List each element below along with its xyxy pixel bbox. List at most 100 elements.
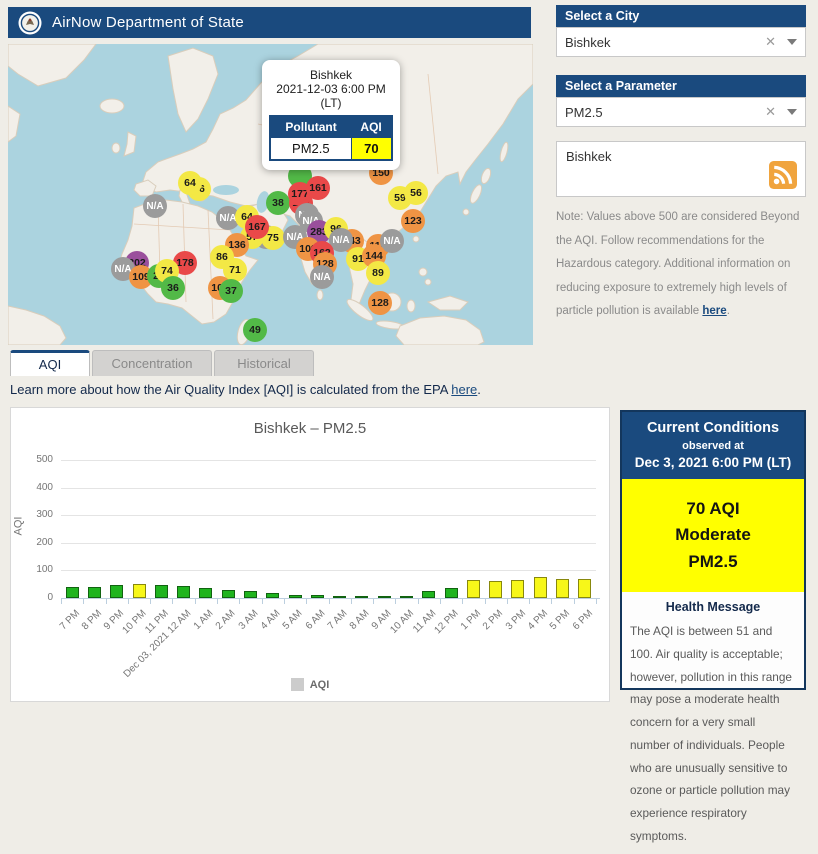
chart-y-tick-label: 500 [36,454,53,465]
chart-x-tick-mark [83,599,85,604]
tab-historical[interactable]: Historical [214,350,314,376]
aqi-map-marker[interactable]: 89 [366,261,390,285]
chart-x-tick-label: 2 AM [214,608,238,632]
chart-x-tick-mark [373,599,375,604]
tab-concentration[interactable]: Concentration [92,350,212,376]
tooltip-table: Pollutant AQI PM2.5 70 [269,115,393,161]
current-aqi-pollutant: PM2.5 [688,551,738,571]
aqi-map-marker[interactable]: 56 [404,181,428,205]
aqi-bar[interactable] [556,578,570,598]
aqi-bar[interactable] [310,595,324,598]
aqi-map-marker[interactable]: 123 [401,209,425,233]
learn-more-prefix: Learn more about how the Air Quality Ind… [10,382,452,397]
aqi-bar[interactable] [511,580,525,598]
parameter-select-value: PM2.5 [565,104,603,120]
aqi-map-marker[interactable]: 161 [306,176,330,200]
aqi-bar[interactable] [444,588,458,598]
health-message-text: The AQI is between 51 and 100. Air quali… [630,624,792,843]
aqi-map-marker[interactable]: 49 [243,318,267,342]
parameter-select-label: Select a Parameter [565,79,677,93]
chart-x-tick-mark [217,599,219,604]
aqi-bar[interactable] [489,580,503,598]
parameter-select-dropdown[interactable]: PM2.5 ✕ [556,97,806,127]
chart-x-tick-label: 10 PM [120,608,149,637]
aqi-bar[interactable] [65,586,79,598]
chart-x-tick-mark [417,599,419,604]
note-here-link[interactable]: here [702,305,726,317]
chart-x-tick-mark [283,599,285,604]
chart-x-tick-mark [306,599,308,604]
chart-x-tick-label: 4 AM [258,608,283,632]
chart-x-tick-label: 8 PM [79,608,105,633]
aqi-map-marker[interactable]: 38 [266,191,290,215]
chart-x-tick-label: 12 PM [432,608,461,637]
chevron-down-icon[interactable] [787,109,797,115]
legend-series-label: AQI [309,678,330,691]
aqi-bar[interactable] [199,587,213,598]
aqi-map-marker[interactable]: N/A [143,194,167,218]
aqi-bar[interactable] [578,578,592,598]
observed-at-label: observed at [682,440,744,452]
aqi-bar[interactable] [132,583,146,598]
aqi-map-marker[interactable]: 167 [245,215,269,239]
aqi-bar[interactable] [177,585,191,598]
tab-aqi[interactable]: AQI [10,350,90,376]
aqi-bar[interactable] [333,596,347,598]
aqi-map-marker[interactable]: N/A [310,265,334,289]
city-select-dropdown[interactable]: Bishkek ✕ [556,27,806,57]
aqi-bar-chart-card: Bishkek – PM2.5 AQI 0 100 200 300 400 500 7 PM… [10,407,610,702]
tooltip-col-pollutant: Pollutant [270,116,352,138]
chart-x-tick-mark [127,599,129,604]
chart-x-tick-mark [261,599,263,604]
tooltip-timezone: (LT) [320,96,342,110]
chart-x-tick-mark [395,599,397,604]
aqi-bar[interactable] [266,592,280,598]
clear-parameter-icon[interactable]: ✕ [756,104,785,120]
city-select-label: Select a City [565,9,640,23]
aqi-bar[interactable] [466,580,480,598]
aqi-map-marker[interactable]: 36 [161,276,185,300]
chart-gridline [61,570,596,572]
aqi-bar[interactable] [154,585,168,598]
app-header: AirNow Department of State [8,7,531,38]
chart-x-tick-label: 5 AM [280,608,305,632]
health-message-title: Health Message [665,600,761,615]
chart-x-tick-label: 2 PM [481,608,506,633]
aqi-bar[interactable] [355,596,369,598]
chart-x-tick-mark [529,599,531,604]
aqi-bar[interactable] [377,596,391,598]
aqi-bar[interactable] [110,585,124,598]
aqi-map-marker[interactable]: 64 [178,171,202,195]
rss-icon[interactable] [769,161,797,189]
current-aqi-value: 70 AQI [686,499,740,518]
chart-x-tick-mark [61,599,62,604]
chart-gridline [61,487,596,489]
aqi-bar[interactable] [87,586,101,598]
chart-x-tick-mark [462,599,464,604]
learn-more-here-link[interactable]: here [451,382,477,397]
chart-legend[interactable]: AQI [11,678,609,691]
aqi-bar[interactable] [288,594,302,598]
current-aqi-box: 70 AQI Moderate PM2.5 [622,479,804,593]
chart-x-tick-mark [596,599,597,604]
chart-x-axis-line [61,598,600,599]
aqi-map-marker[interactable]: 37 [219,279,243,303]
note-prefix: Note: Values above 500 are considered Be… [556,211,800,318]
aqi-bar[interactable] [400,596,414,598]
chart-x-tick-label: 7 AM [325,608,350,632]
parameter-select-header: Select a Parameter [556,75,806,97]
chart-x-tick-label: 1 AM [191,608,216,632]
clear-city-icon[interactable]: ✕ [756,34,785,50]
city-select-value: Bishkek [565,34,611,50]
aqi-map-marker[interactable]: 128 [368,291,392,315]
chart-x-tick-mark [350,599,352,604]
tooltip-city: Bishkek [309,68,353,82]
rss-feed-box: Bishkek [556,141,806,197]
aqi-bar[interactable] [533,577,547,598]
world-aqi-map[interactable]: 5664N/AN/A6438N/A75571671368671202N/A178… [8,44,533,345]
aqi-bar[interactable] [422,590,436,598]
aqi-bar[interactable] [221,589,235,598]
aqi-bar[interactable] [243,590,257,598]
chevron-down-icon[interactable] [787,39,797,45]
chart-y-tick-label: 200 [36,536,53,548]
